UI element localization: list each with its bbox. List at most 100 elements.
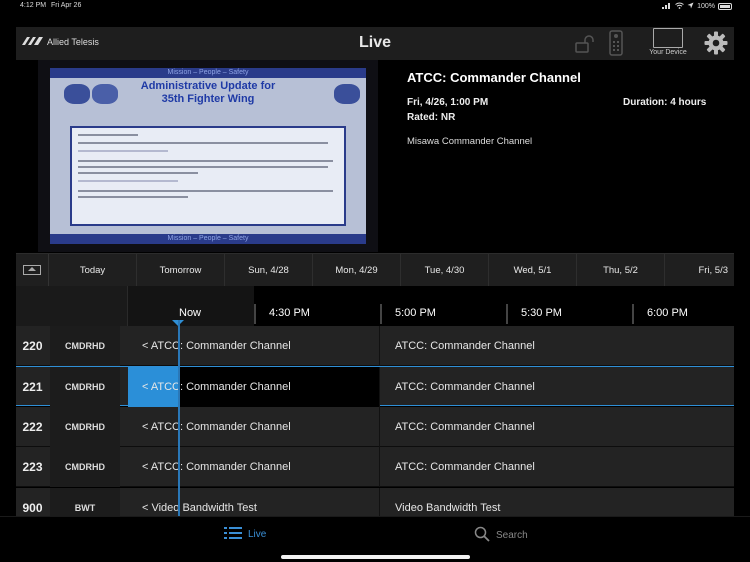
emblem-left-icon <box>64 84 90 104</box>
time-530: 5:30 PM <box>521 307 562 319</box>
video-preview[interactable]: Mission – People – Safety Administrative… <box>38 60 378 252</box>
program-rating: Rated: NR <box>407 112 456 123</box>
slide-top-banner: Mission – People – Safety <box>50 68 366 78</box>
channel-row[interactable]: 220 CMDRHD < ATCC: Commander Channel ATC… <box>16 326 734 366</box>
program-cell[interactable]: < ATCC: Commander Channel <box>128 326 380 366</box>
channel-number: 220 <box>22 339 43 353</box>
channel-number: 222 <box>22 420 43 434</box>
channel-number: 223 <box>22 460 43 474</box>
time-tick <box>254 304 256 324</box>
status-right: 100% <box>662 2 732 11</box>
channel-name: BWT <box>50 488 120 516</box>
program-cell[interactable]: ATCC: Commander Channel <box>381 326 734 366</box>
program-cell-label: ATCC: Commander Channel <box>395 340 535 352</box>
program-info: ATCC: Commander Channel Fri, 4/26, 1:00 … <box>407 70 727 147</box>
program-cell-label: < ATCC: Commander Channel <box>142 461 291 473</box>
day-selector: Today Tomorrow Sun, 4/28 Mon, 4/29 Tue, … <box>16 253 734 287</box>
program-description: Misawa Commander Channel <box>407 136 533 147</box>
program-cell[interactable]: ATCC: Commander Channel <box>381 407 734 447</box>
page-title: Live <box>358 34 391 51</box>
day-tab-tomorrow[interactable]: Tomorrow <box>137 254 225 287</box>
status-bar: 4:12 PM Fri Apr 26 100% <box>0 0 750 14</box>
battery-percent: 100% <box>697 3 715 10</box>
day-tab-fri[interactable]: Fri, 5/3 <box>665 254 734 287</box>
tab-search-label: Search <box>496 530 528 541</box>
allied-telesis-logo-icon <box>22 37 44 47</box>
day-tab-today[interactable]: Today <box>49 254 137 287</box>
program-cell-label: ATCC: Commander Channel <box>395 381 535 393</box>
top-bar: Allied Telesis Live Your Device <box>16 27 734 60</box>
time-430: 4:30 PM <box>269 307 310 319</box>
program-cell[interactable]: Video Bandwidth Test <box>381 488 734 516</box>
channel-name: CMDRHD <box>50 447 120 487</box>
slide-headline-line-1: Administrative Update for <box>140 80 276 92</box>
your-device-label: Your Device <box>649 49 687 56</box>
wifi-icon <box>675 2 684 11</box>
tablet-icon <box>653 28 683 48</box>
timeline-header: Now 4:30 PM 5:00 PM 5:30 PM 6:00 PM <box>16 286 734 326</box>
brand-logo: Allied Telesis <box>22 37 99 47</box>
program-cell[interactable]: < Video Bandwidth Test <box>128 488 380 516</box>
collapse-preview-button[interactable] <box>16 254 49 287</box>
time-tick <box>632 304 634 324</box>
channel-grid: 220 CMDRHD < ATCC: Commander Channel ATC… <box>16 326 734 516</box>
program-datetime: Fri, 4/26, 1:00 PM <box>407 97 489 108</box>
preview-slide-image: Mission – People – Safety Administrative… <box>50 68 366 244</box>
signal-icon <box>662 2 672 11</box>
slide-headline: Administrative Update for 35th Fighter W… <box>98 80 318 106</box>
remote-control-icon[interactable] <box>608 30 624 61</box>
tab-live-label: Live <box>248 529 267 540</box>
program-cell-label: < ATCC: Commander Channel <box>142 381 291 393</box>
home-indicator[interactable] <box>281 555 470 559</box>
search-icon <box>474 526 490 545</box>
your-device-button[interactable]: Your Device <box>646 28 690 56</box>
program-cell-selected[interactable]: < ATCC: Commander Channel <box>128 367 380 407</box>
day-tab-thu[interactable]: Thu, 5/2 <box>577 254 665 287</box>
slide-headline-line-2: 35th Fighter Wing <box>161 93 255 105</box>
program-cell-label: < ATCC: Commander Channel <box>142 340 291 352</box>
emblem-right-icon <box>334 84 360 104</box>
program-cell[interactable]: ATCC: Commander Channel <box>381 447 734 487</box>
collapse-icon <box>23 265 41 275</box>
lock-icon[interactable] <box>574 35 596 58</box>
timeline-spacer <box>16 286 128 326</box>
gear-icon[interactable] <box>704 31 728 60</box>
program-cell-label: < ATCC: Commander Channel <box>142 421 291 433</box>
program-cell-label: Video Bandwidth Test <box>395 502 501 514</box>
channel-row-selected[interactable]: 221 CMDRHD < ATCC: Commander Channel ATC… <box>16 366 734 407</box>
program-cell-label: ATCC: Commander Channel <box>395 421 535 433</box>
channel-name: CMDRHD <box>50 367 120 407</box>
channel-row[interactable]: 900 BWT < Video Bandwidth Test Video Ban… <box>16 488 734 516</box>
day-tab-mon[interactable]: Mon, 4/29 <box>313 254 401 287</box>
status-date: Fri Apr 26 <box>51 2 82 9</box>
timeline-now-cell <box>128 286 254 326</box>
time-now: Now <box>179 307 202 319</box>
channel-row[interactable]: 223 CMDRHD < ATCC: Commander Channel ATC… <box>16 447 734 487</box>
program-duration: Duration: 4 hours <box>623 97 707 108</box>
time-600: 6:00 PM <box>647 307 688 319</box>
channel-row[interactable]: 222 CMDRHD < ATCC: Commander Channel ATC… <box>16 407 734 447</box>
channel-number: 221 <box>22 380 43 394</box>
now-line <box>178 320 180 516</box>
brand-name: Allied Telesis <box>47 37 99 47</box>
battery-icon <box>718 3 732 10</box>
program-cell[interactable]: < ATCC: Commander Channel <box>128 447 380 487</box>
time-tick <box>506 304 508 324</box>
list-icon <box>224 526 242 543</box>
time-tick <box>380 304 382 324</box>
tab-live[interactable]: Live <box>224 526 266 543</box>
location-icon <box>687 2 694 11</box>
slide-text-box <box>70 126 346 226</box>
day-tab-sun[interactable]: Sun, 4/28 <box>225 254 313 287</box>
day-tab-tue[interactable]: Tue, 4/30 <box>401 254 489 287</box>
program-cell[interactable]: < ATCC: Commander Channel <box>128 407 380 447</box>
program-cell[interactable]: ATCC: Commander Channel <box>381 367 734 407</box>
program-cell-label: ATCC: Commander Channel <box>395 461 535 473</box>
status-time: 4:12 PM <box>20 2 47 9</box>
day-tab-wed[interactable]: Wed, 5/1 <box>489 254 577 287</box>
program-title: ATCC: Commander Channel <box>407 70 581 85</box>
program-cell-label: < Video Bandwidth Test <box>142 502 257 514</box>
tab-search[interactable]: Search <box>474 526 528 545</box>
channel-name: CMDRHD <box>50 326 120 366</box>
channel-number: 900 <box>22 501 43 515</box>
